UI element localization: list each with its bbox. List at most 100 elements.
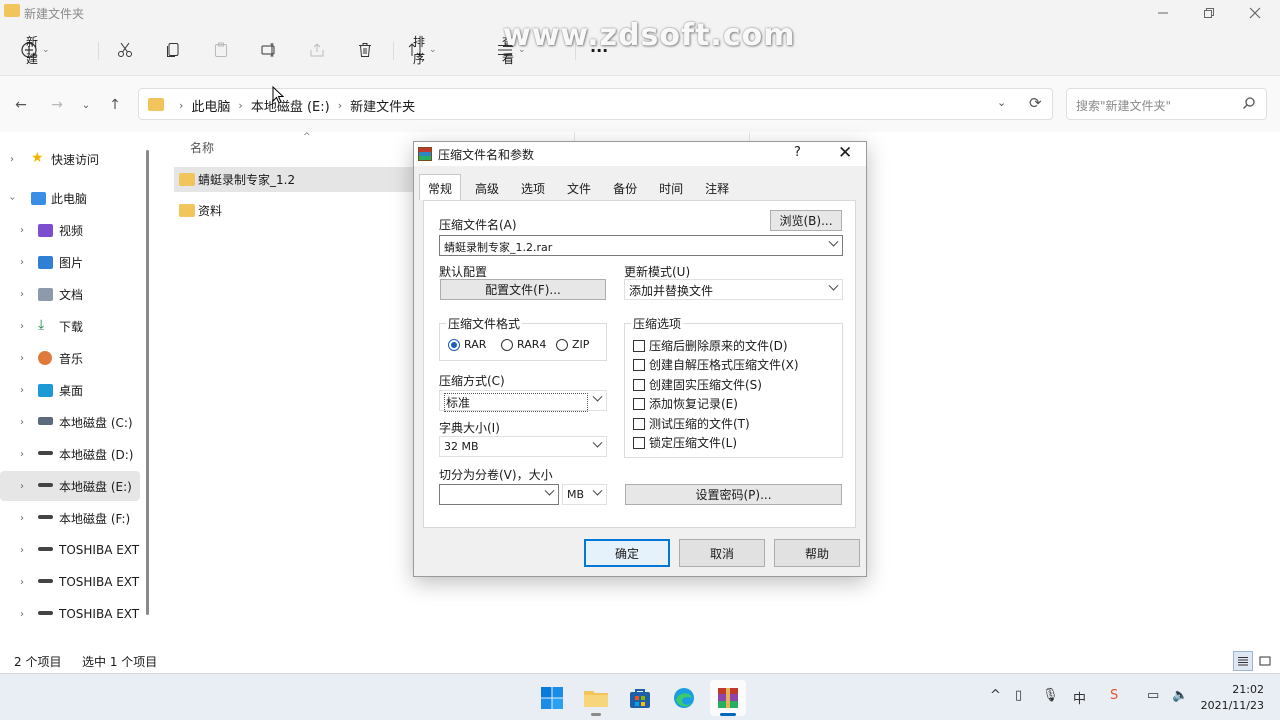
taskbar-file-explorer[interactable] — [578, 680, 614, 716]
dialog-titlebar: 压缩文件名和参数 ? ✕ — [414, 142, 866, 166]
microphone-icon[interactable]: 🎙 — [1042, 688, 1059, 703]
recent-locations-button[interactable]: ⌄ — [75, 94, 97, 116]
sidebar-item-toshiba-2[interactable]: › TOSHIBA EXT — [0, 567, 140, 597]
sidebar-label: 本地磁盘 (D:) — [59, 447, 134, 462]
browse-button[interactable]: 浏览(B)... — [770, 210, 842, 231]
sidebar-item-quick-access[interactable]: › ★ 快速访问 — [0, 144, 140, 174]
sort-button[interactable]: 排序 ⌄ — [407, 35, 437, 66]
column-header-name[interactable]: 名称 — [190, 139, 214, 156]
list-item-folder[interactable]: 蜻蜓录制专家_1.2 — [174, 167, 414, 192]
minimize-button[interactable] — [1140, 0, 1186, 26]
sogou-ime-icon[interactable]: S — [1110, 688, 1118, 703]
tab-options[interactable]: 选项 — [513, 176, 553, 200]
video-icon — [38, 224, 53, 237]
new-button[interactable]: 新建 ⌄ — [20, 35, 50, 66]
sidebar-item-drive-d[interactable]: › 本地磁盘 (D:) — [0, 439, 140, 469]
format-zip-radio[interactable]: ZIP — [556, 338, 589, 351]
start-button[interactable] — [534, 680, 570, 716]
copy-button[interactable] — [164, 36, 182, 64]
update-mode-label: 更新模式(U) — [624, 265, 691, 279]
usb-icon[interactable]: ▯ — [1015, 688, 1022, 703]
tray-overflow-chevron-icon[interactable]: ^ — [990, 688, 1001, 703]
forward-button[interactable]: → — [46, 94, 68, 116]
network-icon[interactable]: ▭ — [1147, 688, 1159, 703]
format-rar4-radio[interactable]: RAR4 — [501, 338, 546, 351]
taskbar-edge[interactable] — [666, 680, 702, 716]
system-clock[interactable]: 21:02 2021/11/23 — [1198, 682, 1264, 714]
taskbar-winrar[interactable] — [710, 680, 746, 716]
profiles-button[interactable]: 配置文件(F)... — [440, 279, 606, 300]
dictionary-size-select[interactable]: 32 MB — [439, 436, 607, 457]
details-view-button[interactable] — [1233, 651, 1253, 671]
sidebar-item-documents[interactable]: › 文档 — [0, 279, 140, 309]
delete-button[interactable] — [356, 36, 374, 64]
search-box[interactable]: 搜索"新建文件夹" — [1066, 88, 1267, 120]
sidebar-item-videos[interactable]: › 视频 — [0, 215, 140, 245]
share-button[interactable] — [308, 36, 326, 64]
archive-name-field[interactable]: 蜻蜓录制专家_1.2.rar — [439, 235, 843, 256]
sidebar-item-toshiba-1[interactable]: › TOSHIBA EXT — [0, 535, 140, 565]
radio-dot — [556, 338, 568, 351]
option-solid[interactable]: 创建固实压缩文件(S) — [633, 376, 762, 393]
sidebar-label: 本地磁盘 (E:) — [59, 479, 132, 494]
taskbar-store[interactable] — [622, 680, 658, 716]
cancel-button[interactable]: 取消 — [679, 539, 765, 567]
tab-time[interactable]: 时间 — [651, 176, 691, 200]
option-lock-archive[interactable]: 锁定压缩文件(L) — [633, 434, 737, 451]
format-rar-radio[interactable]: RAR — [448, 338, 486, 351]
paste-button[interactable] — [212, 36, 230, 64]
refresh-icon[interactable]: ⟳ — [1029, 94, 1042, 112]
breadcrumb-drive-e[interactable]: 本地磁盘 (E:) — [251, 96, 330, 115]
tab-files[interactable]: 文件 — [559, 176, 599, 200]
drive-icon — [38, 611, 53, 615]
sidebar-item-drive-e[interactable]: › 本地磁盘 (E:) — [0, 471, 140, 501]
sidebar-label: 本地磁盘 (C:) — [59, 415, 133, 430]
rename-icon — [261, 43, 275, 57]
rename-button[interactable] — [260, 36, 278, 64]
search-placeholder: 搜索"新建文件夹" — [1076, 99, 1172, 113]
dialog-close-button[interactable]: ✕ — [838, 143, 852, 163]
cut-button[interactable] — [116, 36, 134, 64]
minimize-icon — [1158, 12, 1168, 14]
breadcrumb-new-folder[interactable]: 新建文件夹 — [350, 96, 415, 115]
large-icons-view-button[interactable] — [1255, 651, 1275, 671]
tab-comment[interactable]: 注释 — [697, 176, 737, 200]
close-button[interactable] — [1232, 0, 1278, 26]
split-unit-select[interactable]: MB — [562, 484, 607, 505]
compression-method-select[interactable]: 标准 — [439, 390, 607, 412]
sidebar-item-downloads[interactable]: › ⤓ 下载 — [0, 311, 140, 341]
computer-icon — [31, 192, 46, 205]
sidebar-item-pictures[interactable]: › 图片 — [0, 247, 140, 277]
ok-button[interactable]: 确定 — [584, 539, 670, 567]
help-button[interactable]: 帮助 — [774, 539, 860, 567]
sidebar-item-music[interactable]: › 音乐 — [0, 343, 140, 373]
sidebar-item-drive-c[interactable]: › 本地磁盘 (C:) — [0, 407, 140, 437]
option-delete-after[interactable]: 压缩后删除原来的文件(D) — [633, 337, 788, 354]
tab-backup[interactable]: 备份 — [605, 176, 645, 200]
back-button[interactable]: ← — [10, 94, 32, 116]
option-recovery-record[interactable]: 添加恢复记录(E) — [633, 395, 738, 412]
option-sfx[interactable]: 创建自解压格式压缩文件(X) — [633, 356, 799, 373]
compression-method-value: 标准 — [444, 393, 588, 412]
sidebar-item-toshiba-3[interactable]: › TOSHIBA EXT — [0, 599, 140, 629]
address-history-chevron-icon[interactable]: ⌄ — [997, 96, 1006, 109]
dialog-help-button[interactable]: ? — [794, 145, 801, 160]
option-test-files[interactable]: 测试压缩的文件(T) — [633, 415, 750, 432]
update-mode-select[interactable]: 添加并替换文件 — [624, 279, 843, 300]
set-password-button[interactable]: 设置密码(P)... — [625, 484, 842, 505]
volume-icon[interactable]: 🔈 — [1172, 688, 1188, 703]
up-button[interactable]: ↑ — [104, 94, 126, 116]
restore-button[interactable] — [1186, 0, 1232, 26]
breadcrumb-this-pc[interactable]: 此电脑 — [191, 96, 230, 115]
input-method-icon[interactable]: 中 — [1073, 688, 1086, 707]
sidebar-scrollbar[interactable] — [146, 150, 149, 615]
split-size-field[interactable] — [439, 484, 559, 505]
tab-general[interactable]: 常规 — [419, 174, 462, 200]
chevron-right-icon: › — [238, 99, 243, 112]
sidebar-item-this-pc[interactable]: › 此电脑 — [0, 183, 140, 213]
sidebar-item-drive-f[interactable]: › 本地磁盘 (F:) — [0, 503, 140, 533]
sidebar-item-desktop[interactable]: › 桌面 — [0, 375, 140, 405]
tab-advanced[interactable]: 高级 — [467, 176, 507, 200]
list-item-folder[interactable]: 资料 — [174, 198, 414, 223]
sort-caret-icon: ^ — [303, 132, 311, 142]
